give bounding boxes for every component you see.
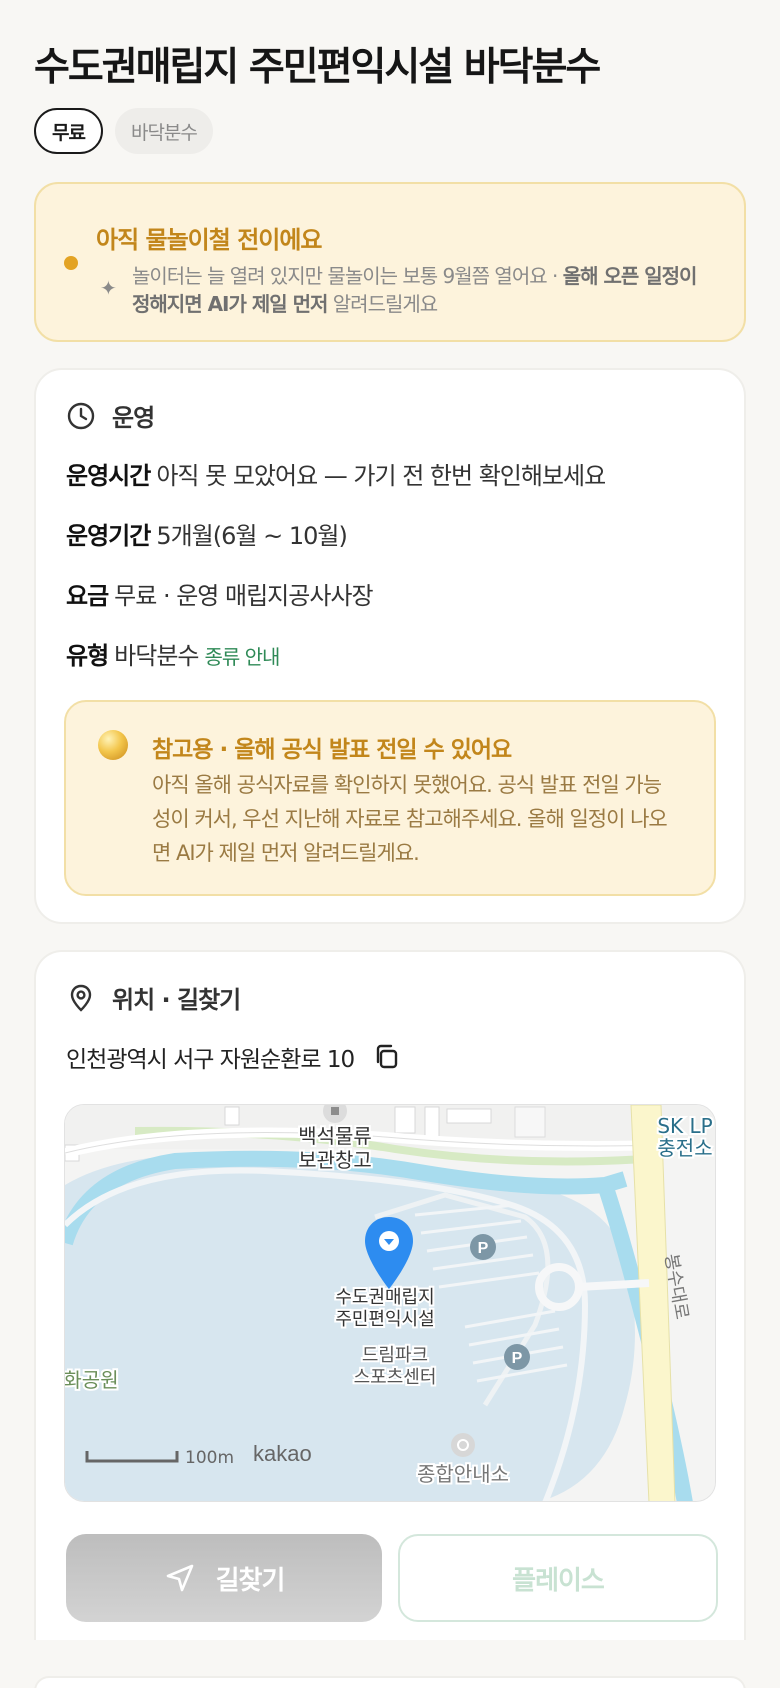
location-card: 위치 · 길찾기 인천광역시 서구 자원순환로 10 P P 백석물류 보관창고… bbox=[34, 950, 746, 1640]
season-notice: 아직 물놀이철 전이에요 ✦ 놀이터는 늘 열려 있지만 물놀이는 보통 9월쯤… bbox=[34, 182, 746, 342]
notice-text-tail: 알려드릴게요 bbox=[327, 292, 438, 316]
page: 수도권매립지 주민편익시설 바닥분수 무료 바닥분수 아직 물놀이철 전이에요 … bbox=[0, 0, 780, 1688]
address-row: 인천광역시 서구 자원순환로 10 bbox=[66, 1040, 402, 1074]
map-view[interactable]: P P 백석물류 보관창고 SK LP 충전소 수도권매립지 주민편익시설 드림… bbox=[64, 1104, 716, 1502]
row-fee-key: 요금 bbox=[66, 582, 109, 610]
chip-type[interactable]: 바닥분수 bbox=[114, 108, 213, 154]
row-fee: 요금 무료 · 운영 매립지공사사장 bbox=[66, 576, 374, 611]
map-label-sk-2: 충전소 bbox=[657, 1136, 712, 1160]
row-period-key: 운영기간 bbox=[66, 522, 151, 550]
location-header: 위치 · 길찾기 bbox=[66, 980, 241, 1015]
operation-header: 운영 bbox=[66, 398, 155, 433]
row-hours-value: 아직 못 모았어요 — 가기 전 한번 확인해보세요 bbox=[156, 462, 606, 490]
map-label-place-2: 주민편익시설 bbox=[335, 1309, 434, 1330]
row-fee-value: 무료 · 운영 매립지공사사장 bbox=[114, 582, 373, 610]
location-heading: 위치 · 길찾기 bbox=[112, 986, 241, 1014]
route-button-label: 길찾기 bbox=[215, 1565, 286, 1596]
route-button[interactable]: 길찾기 bbox=[66, 1534, 382, 1622]
row-hours: 운영시간 아직 못 모았어요 — 가기 전 한번 확인해보세요 bbox=[66, 456, 606, 491]
chip-free[interactable]: 무료 bbox=[34, 108, 103, 154]
notice-title: 아직 물놀이철 전이에요 bbox=[96, 226, 323, 254]
map-label-warehouse-2: 보관창고 bbox=[298, 1148, 372, 1172]
map-label-place-1: 수도권매립지 bbox=[335, 1287, 434, 1308]
row-period-value: 5개월(6월 ~ 10월) bbox=[156, 522, 347, 550]
row-type-key: 유형 bbox=[66, 642, 109, 670]
place-button-label: 플레이스 bbox=[512, 1565, 605, 1596]
row-type: 유형 바닥분수 종류 안내 bbox=[66, 636, 281, 671]
map-scale-label: 100m bbox=[185, 1448, 234, 1468]
map-canvas[interactable]: P P 백석물류 보관창고 SK LP 충전소 수도권매립지 주민편익시설 드림… bbox=[65, 1105, 716, 1502]
reference-title: 참고용 · 올해 공식 발표 전일 수 있어요 bbox=[152, 737, 512, 763]
info-orb-icon bbox=[98, 730, 128, 760]
notice-text-plain: 놀이터는 늘 열려 있지만 물놀이는 보통 9월쯤 열어요 · bbox=[132, 264, 563, 288]
sparkle-icon: ✦ bbox=[100, 276, 117, 300]
map-label-warehouse-1: 백석물류 bbox=[298, 1124, 372, 1148]
operation-card: 운영 운영시간 아직 못 모았어요 — 가기 전 한번 확인해보세요 운영기간 5개… bbox=[34, 368, 746, 924]
map-label-sk-1: SK LP bbox=[657, 1114, 712, 1138]
reference-notice: 참고용 · 올해 공식 발표 전일 수 있어요 아직 올해 공식자료를 확인하지… bbox=[64, 700, 716, 896]
map-label-dream-2: 스포츠센터 bbox=[354, 1367, 437, 1388]
status-dot bbox=[64, 256, 78, 270]
parking-label-2: P bbox=[512, 1350, 523, 1367]
address-text: 인천광역시 서구 자원순환로 10 bbox=[66, 1047, 355, 1073]
row-hours-key: 운영시간 bbox=[66, 462, 151, 490]
copy-icon[interactable] bbox=[372, 1042, 402, 1072]
reference-text: 아직 올해 공식자료를 확인하지 못했어요. 공식 발표 전일 가능성이 커서,… bbox=[152, 773, 668, 865]
row-type-value: 바닥분수 bbox=[114, 642, 199, 670]
location-pin-icon bbox=[70, 984, 92, 1012]
tag-chips: 무료 바닥분수 bbox=[34, 108, 213, 154]
operation-heading: 운영 bbox=[112, 404, 155, 432]
map-label-dream-1: 드림파크 bbox=[362, 1345, 428, 1366]
page-title: 수도권매립지 주민편익시설 바닥분수 bbox=[34, 45, 601, 90]
notice-text: 놀이터는 늘 열려 있지만 물놀이는 보통 9월쯤 열어요 · 올해 오픈 일정… bbox=[132, 262, 712, 318]
parking-label-1: P bbox=[478, 1240, 489, 1257]
place-button[interactable]: 플레이스 bbox=[398, 1534, 718, 1622]
row-period: 운영기간 5개월(6월 ~ 10월) bbox=[66, 516, 348, 551]
clock-icon bbox=[67, 402, 95, 429]
map-label-info: 종합안내소 bbox=[417, 1462, 509, 1486]
next-card-edge bbox=[34, 1676, 746, 1688]
map-label-park: 화공원 bbox=[65, 1368, 119, 1392]
map-brand-logo: kakao bbox=[253, 1441, 312, 1466]
navigation-arrow-icon bbox=[166, 1564, 193, 1592]
type-guide-link[interactable]: 종류 안내 bbox=[205, 645, 281, 669]
